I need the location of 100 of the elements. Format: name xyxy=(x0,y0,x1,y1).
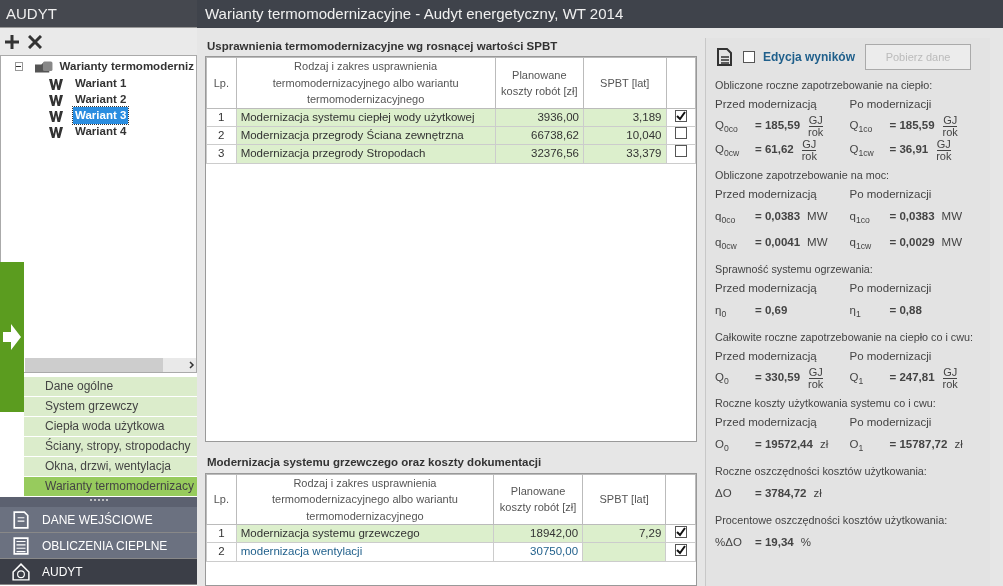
symbol: O$_{1}$ xyxy=(849,437,865,454)
value: = 247,81 xyxy=(889,370,935,386)
minus-icon xyxy=(16,64,22,70)
symbol: Q$_{0co}$ xyxy=(715,118,739,135)
column-header: Planowane koszty robót [zł] xyxy=(493,474,583,525)
unit: zł xyxy=(954,437,963,453)
folder-icon xyxy=(34,59,54,74)
table-cell: 1 xyxy=(206,524,237,543)
value: = 0,88 xyxy=(889,303,922,319)
group-title: Usprawnienia termomodernizacyjne wg rosnącej wartości SPBT xyxy=(206,39,559,54)
section-title: Obliczone roczne zapotrzebowanie na ciepło: xyxy=(715,78,933,94)
checkbox-label[interactable]: Edycja wyników xyxy=(763,48,856,66)
column-header: Rodzaj i zakres usprawnienia termomodernizacyjnego albo wariantu termomodernizacyjnego xyxy=(236,57,496,109)
house-icon xyxy=(12,562,30,581)
value: = 3784,72 xyxy=(755,486,807,502)
close-icon[interactable] xyxy=(28,34,42,49)
menu-item[interactable]: Okna, drzwi, wentylacja xyxy=(24,457,197,477)
window-title: Warianty termomodernizacyjne - Audyt energetyczny, WT 2014 xyxy=(197,0,1003,28)
module-button[interactable]: OBLICZENIA CIEPLNE xyxy=(0,533,197,559)
column-label: Przed modernizacją xyxy=(715,414,818,430)
module-button[interactable]: AUDYT xyxy=(0,559,197,585)
horizontal-scrollbar[interactable] xyxy=(25,358,196,372)
tree-node[interactable]: Wariant 4 xyxy=(73,122,129,140)
collapse-toggle[interactable] xyxy=(15,62,23,72)
symbol: O$_{0}$ xyxy=(715,437,730,454)
column-header: Lp. xyxy=(206,57,237,109)
value: = 185,59 xyxy=(755,118,801,134)
arrow-right-icon xyxy=(3,324,21,350)
value: = 19,34 xyxy=(755,535,794,551)
table-cell: 3,189 xyxy=(632,110,662,123)
module-button[interactable]: DANE WEJŚCIOWE xyxy=(0,507,197,533)
table-cell: 10,040 xyxy=(626,129,662,141)
expand-panel-tab[interactable] xyxy=(0,262,24,412)
table-cell: 30750,00 xyxy=(493,542,583,561)
tree-node[interactable]: Wariant 2 xyxy=(73,90,129,108)
menu-item[interactable]: Ciepła woda użytkowa xyxy=(24,417,197,437)
column-header: SPBT [lat] xyxy=(582,474,666,525)
section-title: Całkowite roczne zapotrzebowanie na ciepło co i cwu: xyxy=(715,330,974,346)
section-title: Roczne oszczędności kosztów użytkowania: xyxy=(715,464,927,480)
tree-node[interactable]: Warianty termomoderniz xyxy=(57,58,196,76)
column-label: Przed modernizacją xyxy=(715,280,818,296)
tree-node[interactable]: Wariant 3 xyxy=(73,106,129,124)
checkbox[interactable] xyxy=(674,109,687,122)
checkbox[interactable] xyxy=(674,544,687,557)
column-header: SPBT [lat] xyxy=(583,57,666,109)
value: = 330,59 xyxy=(755,370,801,386)
unit: zł xyxy=(819,437,829,453)
column-label: Po modernizacji xyxy=(849,414,933,430)
report-icon[interactable] xyxy=(717,48,733,66)
table-cell: modernizacja wentylacji xyxy=(236,542,494,561)
unit-fraction: GJ rok xyxy=(808,114,824,138)
section-title: Procentowe oszczędności kosztów użytkowania: xyxy=(715,513,948,529)
value: = 15787,72 xyxy=(889,437,948,453)
column-label: Przed modernizacją xyxy=(715,186,818,202)
symbol: q$_{0cw}$ xyxy=(715,235,738,252)
checkbox[interactable] xyxy=(743,51,755,63)
unit-fraction: GJ rok xyxy=(942,366,958,390)
symbol: Q$_{0}$ xyxy=(715,370,730,387)
unit-fraction: GJ rok xyxy=(801,138,817,162)
table-cell: 7,29 xyxy=(638,527,662,539)
menu-item[interactable]: Dane ogólne xyxy=(24,377,197,397)
table-cell: 2 xyxy=(206,542,237,561)
symbol: Q$_{1cw}$ xyxy=(849,142,875,159)
value: = 0,0383 xyxy=(889,209,935,225)
splitter-handle[interactable] xyxy=(0,497,197,507)
unit-fraction: GJ rok xyxy=(808,366,824,390)
value: = 36,91 xyxy=(889,142,929,158)
menu-item[interactable]: System grzewczy xyxy=(24,397,197,417)
column-header: Planowane koszty robót [zł] xyxy=(495,57,584,109)
value: = 0,0041 xyxy=(755,235,801,251)
value: = 185,59 xyxy=(889,118,935,134)
symbol: q$_{1co}$ xyxy=(849,209,871,226)
symbol: q$_{1cw}$ xyxy=(849,235,873,252)
column-header: Rodzaj i zakres usprawnienia termomodernizacyjnego albo wariantu termomodernizacyjnego xyxy=(236,474,494,525)
unit: MW xyxy=(807,235,828,251)
unit: MW xyxy=(941,235,963,251)
menu-item[interactable]: Warianty termomodernizacy xyxy=(24,477,197,497)
add-icon[interactable] xyxy=(4,33,20,50)
section-title: Roczne koszty użytkowania systemu co i cwu: xyxy=(715,396,936,412)
table-cell: 1 xyxy=(206,108,237,127)
value: = 0,0383 xyxy=(755,209,801,225)
value: = 0,0029 xyxy=(889,235,935,251)
column-label: Przed modernizacją xyxy=(715,348,818,364)
column-header: Lp. xyxy=(206,474,237,525)
value: = 61,62 xyxy=(755,142,794,158)
section-title: Sprawność systemu ogrzewania: xyxy=(715,262,873,278)
tree-node[interactable]: Wariant 1 xyxy=(73,74,129,92)
value: = 0,69 xyxy=(755,303,788,319)
value: = 19572,44 xyxy=(755,437,813,453)
checkbox[interactable] xyxy=(674,145,687,158)
column-label: Po modernizacji xyxy=(849,348,933,364)
document-icon xyxy=(12,510,30,529)
checkbox[interactable] xyxy=(674,526,687,538)
unit-fraction: GJ rok xyxy=(942,114,958,138)
menu-item[interactable]: Ściany, stropy, stropodachy xyxy=(24,437,197,457)
checkbox[interactable] xyxy=(674,127,687,139)
column-label: Po modernizacji xyxy=(849,280,933,296)
symbol: Q$_{1}$ xyxy=(849,370,865,387)
building-icon xyxy=(12,536,30,555)
group-title: Modernizacja systemu grzewczego oraz koszty dokumentacji xyxy=(206,455,543,471)
